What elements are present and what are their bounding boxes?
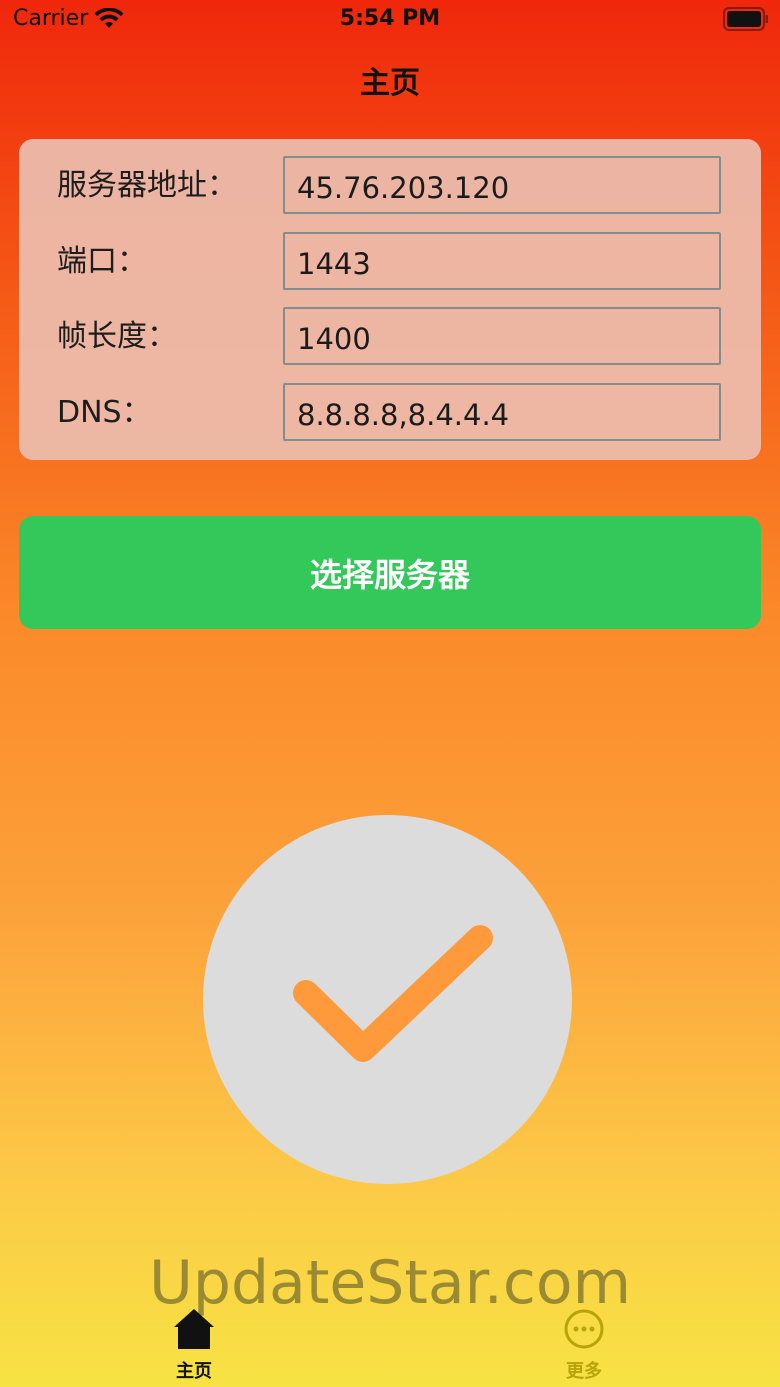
home-icon: [174, 1309, 214, 1349]
tab-bar: 主页 更多: [0, 1295, 780, 1387]
server-address-row: 服务器地址：: [19, 156, 761, 216]
port-input[interactable]: [283, 232, 721, 290]
frame-length-row: 帧长度：: [19, 307, 761, 367]
status-bar: Carrier 5:54 PM: [0, 0, 780, 40]
tab-more[interactable]: 更多: [514, 1295, 654, 1387]
dns-row: DNS：: [19, 383, 761, 443]
dns-input[interactable]: [283, 383, 721, 441]
checkmark-icon: [293, 925, 493, 1062]
port-row: 端口：: [19, 232, 761, 292]
status-time: 5:54 PM: [339, 6, 441, 31]
server-address-input[interactable]: [283, 156, 721, 214]
server-config-card: 服务器地址： 端口： 帧长度： DNS：: [19, 139, 761, 460]
dns-label: DNS：: [57, 395, 152, 430]
frame-length-input[interactable]: [283, 307, 721, 365]
tab-home-label: 主页: [176, 1361, 212, 1382]
connect-button[interactable]: [203, 815, 572, 1184]
select-server-button[interactable]: 选择服务器: [19, 516, 761, 629]
battery-icon: [723, 7, 768, 31]
more-icon: [564, 1309, 604, 1349]
port-label: 端口：: [57, 244, 147, 279]
frame-length-label: 帧长度：: [57, 319, 177, 354]
page-title: 主页: [360, 66, 420, 101]
server-address-label: 服务器地址：: [57, 168, 237, 203]
tab-more-label: 更多: [566, 1361, 602, 1382]
tab-home[interactable]: 主页: [124, 1295, 264, 1387]
